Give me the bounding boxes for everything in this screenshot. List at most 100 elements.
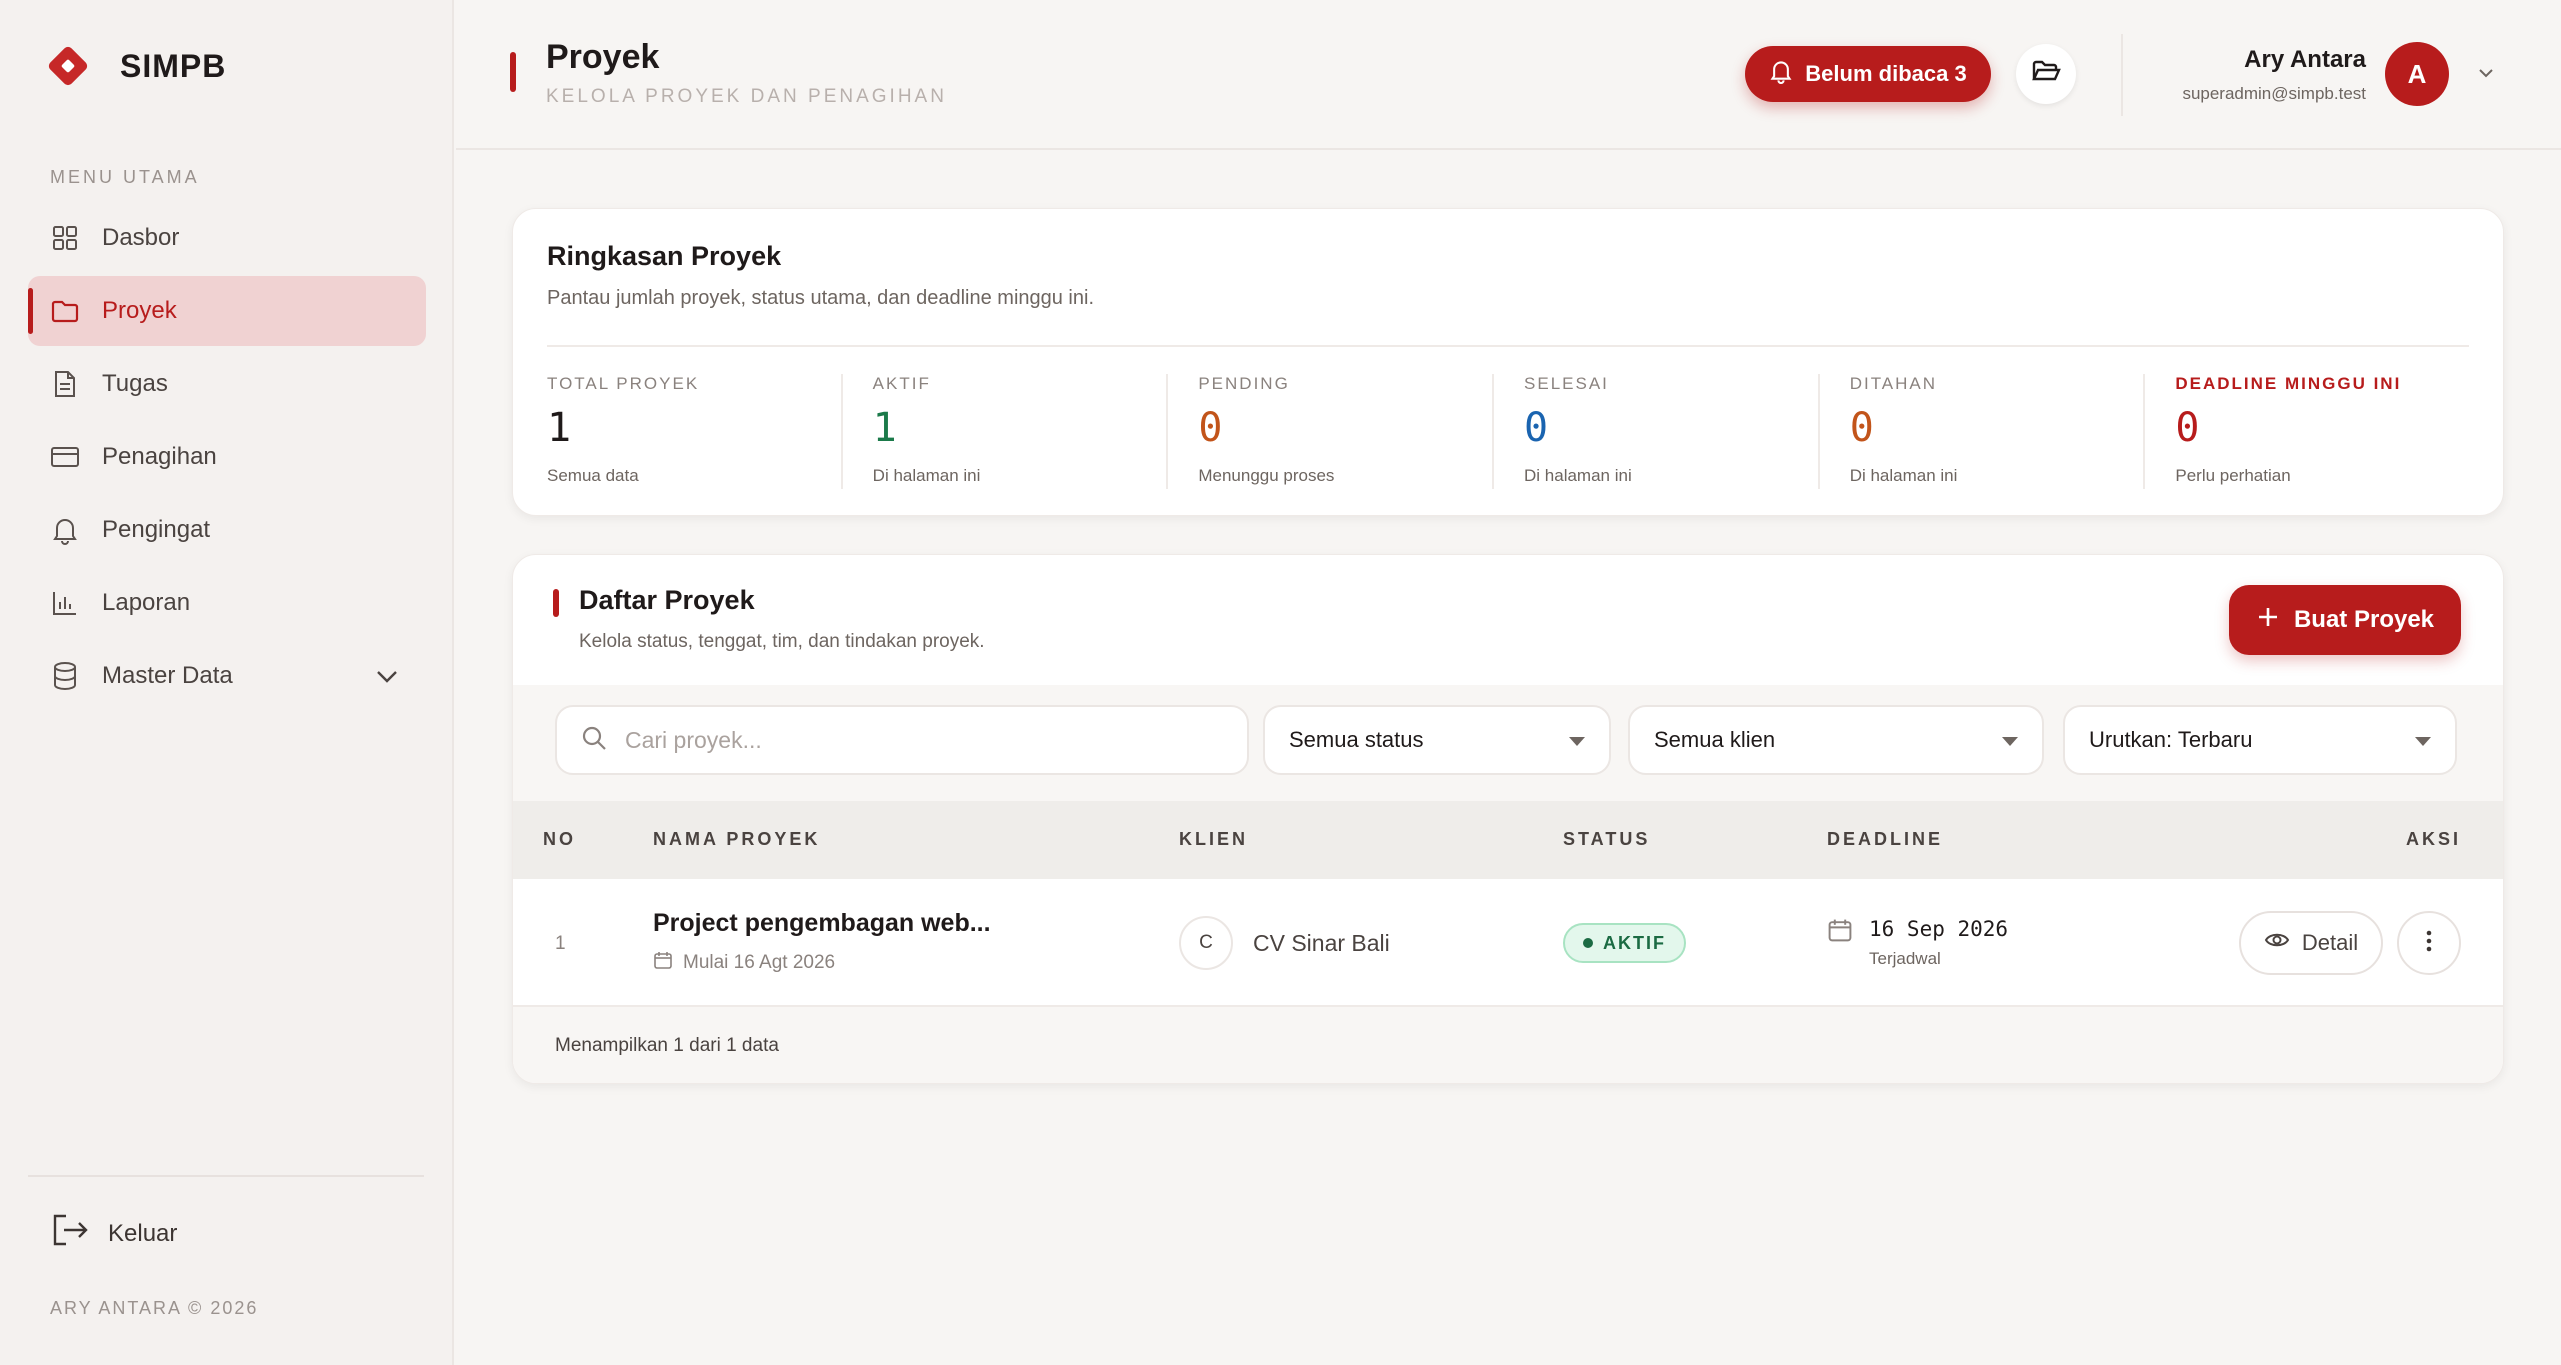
- client-filter-select[interactable]: Semua klien: [1628, 705, 2044, 775]
- status-filter-select[interactable]: Semua status: [1263, 705, 1611, 775]
- row-number: 1: [555, 933, 566, 954]
- stat-value: 0: [1524, 405, 1549, 451]
- status-text: AKTIF: [1603, 932, 1666, 953]
- page-subtitle: KELOLA PROYEK DAN PENAGIHAN: [546, 86, 947, 107]
- calendar-icon: [1827, 917, 1853, 969]
- document-icon: [50, 369, 80, 399]
- create-project-button[interactable]: Buat Proyek: [2229, 585, 2461, 655]
- summary-title: Ringkasan Proyek: [547, 241, 782, 271]
- stat-value: 0: [2175, 405, 2200, 451]
- topbar: Proyek KELOLA PROYEK DAN PENAGIHAN Belum…: [456, 0, 2561, 150]
- project-name[interactable]: Project pengembagan web...: [653, 909, 991, 938]
- client-name: CV Sinar Bali: [1253, 929, 1390, 956]
- folder-button[interactable]: [2016, 44, 2076, 104]
- stat-pending: PENDING 0 Menunggu proses: [1166, 374, 1492, 489]
- chevron-down-icon[interactable]: [2477, 64, 2495, 87]
- stat-note: Di halaman ini: [1524, 466, 1632, 485]
- sidebar-item-laporan[interactable]: Laporan: [28, 568, 426, 638]
- stat-label: DEADLINE MINGGU INI: [2175, 374, 2402, 393]
- sort-select[interactable]: Urutkan: Terbaru: [2063, 705, 2457, 775]
- logout-button[interactable]: Keluar: [50, 1212, 177, 1255]
- bell-icon: [50, 515, 80, 545]
- brand[interactable]: SIMPB: [46, 44, 226, 88]
- column-name: NAMA PROYEK: [653, 829, 821, 849]
- sidebar-item-label: Laporan: [102, 589, 191, 616]
- stat-note: Semua data: [547, 466, 639, 485]
- stat-value: 0: [1198, 405, 1223, 451]
- folder-icon: [50, 296, 80, 326]
- copyright: ARY ANTARA © 2026: [50, 1298, 259, 1318]
- sidebar-item-master-data[interactable]: Master Data: [28, 641, 426, 711]
- column-client: KLIEN: [1179, 829, 1248, 849]
- main-nav: Dasbor Proyek Tugas Penagihan Pengingat: [28, 203, 426, 714]
- page-title-accent: [510, 52, 516, 92]
- stat-value: 1: [547, 405, 572, 451]
- credit-card-icon: [50, 442, 80, 472]
- section-accent: [553, 589, 559, 617]
- projects-title: Daftar Proyek: [579, 585, 755, 615]
- summary-subtitle: Pantau jumlah proyek, status utama, dan …: [547, 287, 1095, 309]
- stat-ditahan: DITAHAN 0 Di halaman ini: [1817, 374, 2144, 489]
- stat-selesai: SELESAI 0 Di halaman ini: [1492, 374, 1818, 489]
- stat-label: TOTAL PROYEK: [547, 374, 700, 393]
- page-title: Proyek: [546, 38, 660, 76]
- more-actions-button[interactable]: [2397, 911, 2461, 975]
- avatar[interactable]: A: [2385, 42, 2449, 106]
- stat-value: 0: [1849, 405, 1874, 451]
- table-footer: Menampilkan 1 dari 1 data: [513, 1007, 2503, 1083]
- column-status: STATUS: [1563, 829, 1651, 849]
- column-no: NO: [543, 829, 576, 849]
- chevron-down-icon[interactable]: [374, 663, 400, 696]
- sidebar-item-tugas[interactable]: Tugas: [28, 349, 426, 419]
- topbar-separator: [2121, 34, 2123, 116]
- projects-subtitle: Kelola status, tenggat, tim, dan tindaka…: [579, 631, 985, 652]
- stat-note: Di halaman ini: [872, 466, 981, 485]
- sidebar-item-dasbor[interactable]: Dasbor: [28, 203, 426, 273]
- detail-button[interactable]: Detail: [2239, 911, 2383, 975]
- stat-total: TOTAL PROYEK 1 Semua data: [547, 374, 841, 489]
- status-filter-value: Semua status: [1289, 727, 1424, 752]
- caret-down-icon: [2002, 737, 2018, 746]
- unread-notifications-button[interactable]: Belum dibaca 3: [1745, 46, 1991, 102]
- status-badge: AKTIF: [1563, 923, 1686, 963]
- search-input[interactable]: [625, 726, 1225, 754]
- create-project-label: Buat Proyek: [2293, 606, 2435, 633]
- eye-icon: [2264, 930, 2290, 956]
- bell-icon: [1769, 58, 1793, 90]
- menu-heading: MENU UTAMA: [50, 167, 200, 187]
- detail-label: Detail: [2301, 930, 2359, 955]
- summary-divider: [547, 345, 2469, 347]
- filter-bar: Semua status Semua klien Urutkan: Terbar…: [513, 685, 2503, 801]
- stats-row: TOTAL PROYEK 1 Semua data AKTIF 1 Di hal…: [547, 374, 2469, 489]
- table-row[interactable]: 1 Project pengembagan web... Mulai 16 Ag…: [513, 879, 2503, 1007]
- user-email: superadmin@simpb.test: [2182, 84, 2366, 103]
- sidebar-item-label: Pengingat: [102, 516, 211, 543]
- sidebar-item-label: Master Data: [102, 662, 233, 689]
- caret-down-icon: [1569, 737, 1585, 746]
- stat-label: SELESAI: [1524, 374, 1609, 393]
- projects-card: Daftar Proyek Kelola status, tenggat, ti…: [512, 554, 2504, 1084]
- column-deadline: DEADLINE: [1827, 829, 1944, 849]
- project-start: Mulai 16 Agt 2026: [653, 950, 991, 976]
- stat-label: AKTIF: [872, 374, 931, 393]
- sidebar-item-penagihan[interactable]: Penagihan: [28, 422, 426, 492]
- more-vertical-icon: [2425, 929, 2433, 958]
- pagination-summary: Menampilkan 1 dari 1 data: [555, 1035, 779, 1056]
- search-icon: [581, 725, 607, 756]
- calendar-icon: [653, 950, 673, 976]
- project-start-text: Mulai 16 Agt 2026: [683, 952, 836, 973]
- sidebar-item-proyek[interactable]: Proyek: [28, 276, 426, 346]
- sidebar: SIMPB MENU UTAMA Dasbor Proyek Tugas Pen…: [0, 0, 454, 1365]
- search-box[interactable]: [555, 705, 1249, 775]
- sidebar-item-label: Dasbor: [102, 224, 180, 251]
- diamond-logo-icon: [46, 44, 90, 88]
- stat-note: Perlu perhatian: [2175, 466, 2291, 485]
- sidebar-item-label: Tugas: [102, 370, 168, 397]
- sidebar-item-label: Penagihan: [102, 443, 217, 470]
- client-filter-value: Semua klien: [1654, 727, 1776, 752]
- status-dot: [1583, 938, 1593, 948]
- caret-down-icon: [2415, 737, 2431, 746]
- stat-value: 1: [872, 405, 897, 451]
- sidebar-item-pengingat[interactable]: Pengingat: [28, 495, 426, 565]
- plus-icon: [2256, 605, 2280, 636]
